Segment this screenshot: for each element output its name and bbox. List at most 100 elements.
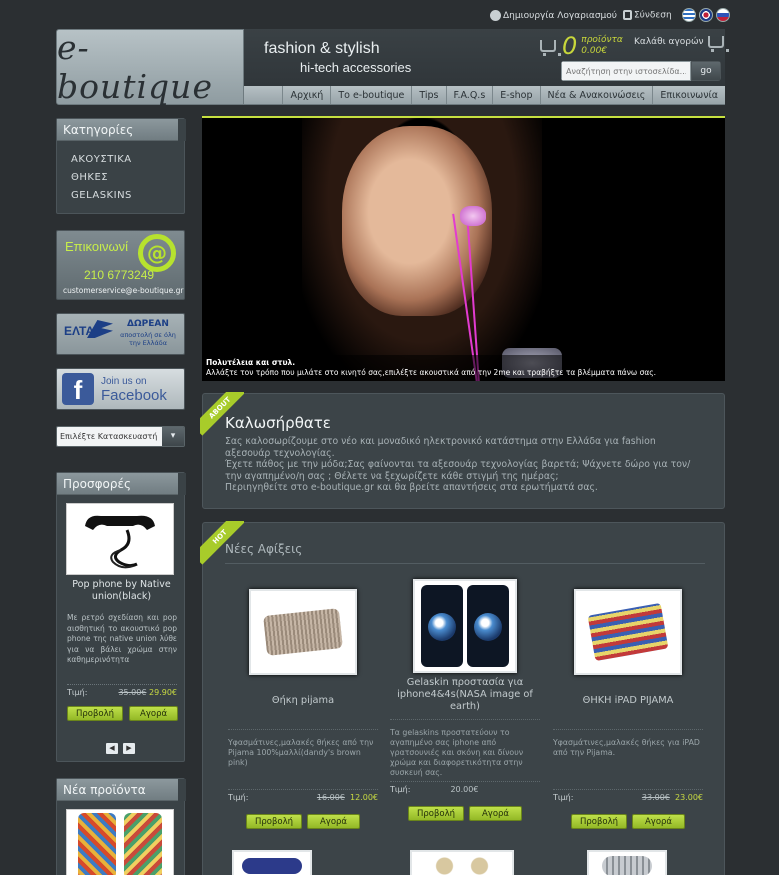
product-price-row: Τιμή: 33.00€ 23.00€ [553, 789, 703, 802]
product-image[interactable] [410, 850, 514, 875]
divider [225, 563, 705, 564]
buy-button[interactable]: Αγορά [129, 706, 179, 721]
old-price: 16.00€ [316, 793, 345, 802]
new-price: 20.00€ [450, 785, 479, 794]
view-button[interactable]: Προβολή [67, 706, 124, 721]
product-image[interactable] [232, 850, 312, 875]
new-product-image[interactable] [66, 809, 174, 875]
offers-box: Προσφορές Pop phone by Native union(blac… [56, 472, 186, 762]
login-link[interactable]: Σύνδεση [622, 9, 672, 20]
slider-caption: Πολυτέλεια και στυλ. Αλλάξτε τον τρόπο π… [202, 355, 725, 381]
product-title[interactable]: Gelaskin προστασία για iphone4&4s(NASA i… [390, 677, 540, 713]
buy-button[interactable]: Αγορά [468, 806, 523, 821]
search-input[interactable] [561, 61, 691, 81]
category-item-gelaskins[interactable]: GELASKINS [57, 186, 184, 204]
cart-count: 0 [562, 32, 578, 60]
welcome-text-line: Έχετε πάθος με την μόδα;Σας φαίνονται τα… [225, 459, 691, 482]
site-logo[interactable]: e-boutique [56, 28, 244, 106]
product-title[interactable]: Θήκη pijama [228, 695, 378, 719]
new-arrivals-panel: HOT Νέες Αφίξεις Θήκη pijama Υφασμάτινες… [200, 521, 725, 875]
product-image[interactable] [249, 589, 357, 675]
product-image[interactable] [574, 589, 682, 675]
product-thumb-shape [602, 856, 652, 875]
main-nav: Αρχική Το e-boutique Tips F.A.Q.s E-shop… [244, 86, 725, 105]
hero-slider[interactable]: Πολυτέλεια και στυλ. Αλλάξτε τον τρόπο π… [202, 116, 725, 381]
nav-news[interactable]: Νέα & Ανακοινώσεις [539, 86, 653, 104]
greek-flag-icon[interactable] [681, 8, 696, 22]
price-label: Τιμή: [67, 688, 88, 697]
facebook-join-label: Join us on [101, 376, 147, 387]
cart-summary[interactable]: 0 προϊόντα 0.00€ [540, 32, 623, 60]
offer-price-row: Τιμή: 35.00€ 29.90€ [67, 684, 177, 697]
nav-faqs[interactable]: F.A.Q.s [445, 86, 493, 104]
cart-link-label: Καλάθι αγορών [634, 37, 704, 47]
manufacturer-select-value: Επιλέξτε Κατασκευαστή [57, 427, 162, 446]
contact-email: customerservice@e-boutique.gr [63, 286, 184, 295]
offer-product-image[interactable] [66, 503, 174, 575]
nav-contact[interactable]: Επικοινωνία [652, 86, 725, 104]
chevron-down-icon[interactable]: ▾ [162, 427, 184, 446]
product-title[interactable]: ΘΗΚΗ iPAD PIJAMA [553, 695, 703, 719]
welcome-panel: ABOUT Καλωσήρθατε Σας καλοσωρίζουμε στο … [200, 392, 725, 509]
manufacturer-select[interactable]: Επιλέξτε Κατασκευαστή ▾ [56, 426, 185, 447]
english-flag-icon[interactable] [698, 8, 713, 22]
lock-icon [622, 9, 632, 20]
product-card: ΘΗΚΗ iPAD PIJAMA Υφασμάτινες,μαλακές θήκ… [553, 579, 703, 829]
welcome-text: Σας καλοσωρίζουμε στο νέο και μοναδικό η… [225, 436, 695, 494]
contact-banner[interactable]: Επικοινωνί @ 210 6773249 customerservice… [56, 230, 185, 300]
product-actions: Προβολή Αγορά [553, 814, 703, 829]
offer-product-title[interactable]: Pop phone by Native union(black) [57, 579, 186, 603]
category-item-headphones[interactable]: ΑΚΟΥΣΤΙΚΑ [57, 150, 184, 168]
iphone-skin-image [467, 585, 509, 667]
slider-caption-text: Αλλάξτε τον τρόπο που μιλάτε στο κινητό … [206, 368, 657, 377]
product-actions: Προβολή Αγορά [228, 814, 378, 829]
cart-link[interactable]: Καλάθι αγορών [634, 36, 729, 52]
old-price: 35.00€ [118, 688, 147, 697]
logo-text: e-boutique [57, 28, 213, 106]
prev-arrow-icon[interactable]: ◀ [106, 743, 118, 754]
iphone-skin-image [421, 585, 463, 667]
nav-about[interactable]: Το e-boutique [330, 86, 411, 104]
new-products-box: Νέα προϊόντα [56, 778, 186, 875]
view-button[interactable]: Προβολή [407, 806, 464, 821]
product-description: Υφασμάτινες,μαλακές θήκες από την Pijama… [228, 729, 378, 789]
categories-box: Κατηγορίες ΑΚΟΥΣΤΙΚΑ ΘΗΚΕΣ GELASKINS [56, 118, 186, 214]
category-item-cases[interactable]: ΘΗΚΕΣ [57, 168, 184, 186]
product-thumb-shape [242, 858, 302, 874]
nav-home[interactable]: Αρχική [282, 86, 330, 104]
slider-caption-title: Πολυτέλεια και στυλ. [206, 358, 296, 367]
cart-icon [540, 40, 561, 56]
new-price: 12.00€ [350, 793, 378, 802]
ipad-pijama-pouch-image [587, 602, 669, 662]
nav-eshop[interactable]: E-shop [492, 86, 539, 104]
create-account-label: Δημιουργία Λογαριασμού [503, 10, 617, 21]
buy-button[interactable]: Αγορά [631, 814, 686, 829]
contact-phone: 210 6773249 [84, 268, 155, 282]
phone-case-image [78, 813, 116, 875]
new-arrivals-title: Νέες Αφίξεις [225, 542, 303, 556]
cart-meta: προϊόντα 0.00€ [581, 35, 623, 57]
cart-items-label: προϊόντα [581, 35, 623, 45]
next-arrow-icon[interactable]: ▶ [123, 743, 135, 754]
search-button[interactable]: go [691, 61, 721, 81]
view-button[interactable]: Προβολή [245, 814, 302, 829]
new-price: 29.90€ [149, 688, 177, 697]
nav-tips[interactable]: Tips [411, 86, 445, 104]
product-card: Gelaskin προστασία για iphone4&4s(NASA i… [390, 579, 540, 821]
contact-banner-title: Επικοινωνί [65, 239, 129, 254]
view-button[interactable]: Προβολή [570, 814, 627, 829]
welcome-text-line: Σας καλοσωρίζουμε στο νέο και μοναδικό η… [225, 436, 656, 459]
tagline-primary: fashion & stylish [264, 40, 380, 57]
offer-product-description: Με ρετρό σχεδίαση και pop αισθητική το α… [67, 613, 177, 664]
product-image[interactable] [413, 579, 517, 673]
pijama-pouch-image [263, 608, 343, 656]
cart-total: 0.00€ [581, 46, 608, 56]
product-card: Θήκη pijama Υφασμάτινες,μαλακές θήκες απ… [228, 579, 378, 829]
facebook-banner[interactable]: f Join us on Facebook [56, 368, 185, 410]
russian-flag-icon[interactable] [715, 8, 730, 22]
create-account-link[interactable]: Δημιουργία Λογαριασμού [490, 9, 617, 21]
free-shipping-title: ΔΩΡΕΑΝ [127, 319, 169, 329]
free-shipping-banner[interactable]: ΕΛΤΑ ΔΩΡΕΑΝ αποστολή σε όλη την Ελλάδα [56, 313, 185, 355]
buy-button[interactable]: Αγορά [306, 814, 361, 829]
product-image[interactable] [587, 850, 667, 875]
